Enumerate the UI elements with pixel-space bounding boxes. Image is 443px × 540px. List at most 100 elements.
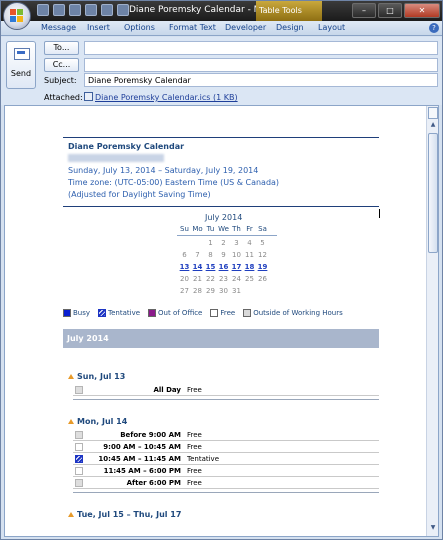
message-body[interactable]: Diane Poremsky Calendar Sunday, July 13,… (4, 105, 439, 537)
mini-month-day[interactable]: 3 (230, 239, 243, 247)
mini-month-day[interactable]: 8 (204, 251, 217, 259)
tab-options[interactable]: Options (124, 23, 155, 32)
status-box-icon (75, 386, 83, 394)
top-rule (63, 137, 379, 138)
mini-month-day[interactable]: 20 (178, 275, 191, 283)
maximize-button[interactable]: □ (378, 3, 402, 18)
day-header[interactable]: Tue, Jul 15 – Thu, Jul 17 (68, 510, 181, 519)
send-button[interactable]: Send (6, 41, 36, 89)
day-header[interactable]: Mon, Jul 14 (68, 417, 127, 426)
subject-field[interactable]: Diane Poremsky Calendar (84, 73, 438, 87)
day-end-separator (73, 399, 379, 400)
time-range: 10:45 AM – 11:45 AM (98, 455, 181, 463)
mini-month-day[interactable]: 17 (230, 263, 243, 271)
message-window: Diane Poremsky Calendar - Message (... T… (0, 0, 443, 540)
office-logo-icon (10, 9, 25, 24)
quick-access-toolbar (37, 4, 129, 16)
close-button[interactable]: ✕ (404, 3, 440, 18)
previous-icon[interactable] (85, 4, 97, 16)
mini-month-day[interactable]: 19 (256, 263, 269, 271)
weekday-label: Su (180, 225, 189, 233)
mini-month-day[interactable]: 6 (178, 251, 191, 259)
mini-month-day[interactable]: 29 (204, 287, 217, 295)
mini-month-day[interactable]: 10 (230, 251, 243, 259)
mini-month-day (178, 239, 191, 247)
tab-developer[interactable]: Developer (225, 23, 266, 32)
mini-month-day[interactable]: 16 (217, 263, 230, 271)
tab-layout[interactable]: Layout (318, 23, 345, 32)
split-handle[interactable] (428, 107, 438, 119)
customize-qat-icon[interactable] (117, 4, 129, 16)
tab-format-text[interactable]: Format Text (169, 23, 216, 32)
mini-month-day[interactable]: 12 (256, 251, 269, 259)
to-field[interactable] (84, 41, 438, 55)
mid-rule (63, 206, 379, 207)
tab-insert[interactable]: Insert (87, 23, 110, 32)
mini-month-day[interactable]: 2 (217, 239, 230, 247)
mini-month-week: 20 21 22 23 24 25 26 (178, 275, 269, 283)
mini-month-day[interactable]: 11 (243, 251, 256, 259)
day-header[interactable]: Sun, Jul 13 (68, 372, 125, 381)
mini-month-day[interactable]: 13 (178, 263, 191, 271)
redo-icon[interactable] (69, 4, 81, 16)
mini-month-day[interactable]: 25 (243, 275, 256, 283)
message-header: Send To... Cc... Subject: Diane Poremsky… (1, 37, 442, 105)
mini-month-day[interactable]: 31 (230, 287, 243, 295)
scroll-down-icon[interactable]: ▼ (428, 524, 438, 534)
title-bar: Diane Poremsky Calendar - Message (... T… (1, 1, 442, 21)
calendar-file-icon (84, 92, 93, 101)
mini-month-day[interactable]: 18 (243, 263, 256, 271)
undo-icon[interactable] (53, 4, 65, 16)
mini-month-day[interactable]: 26 (256, 275, 269, 283)
collapse-triangle-icon[interactable] (68, 512, 74, 517)
status-box-icon (75, 479, 83, 487)
collapse-triangle-icon[interactable] (68, 374, 74, 379)
weekday-label: Th (232, 225, 241, 233)
mini-month-day[interactable]: 5 (256, 239, 269, 247)
availability-status: Free (187, 467, 202, 475)
collapse-triangle-icon[interactable] (68, 419, 74, 424)
availability-status: Free (187, 443, 202, 451)
mini-month-day[interactable]: 15 (204, 263, 217, 271)
mini-month-day[interactable]: 23 (217, 275, 230, 283)
mini-month-day[interactable]: 24 (230, 275, 243, 283)
weekday-separator (177, 235, 277, 236)
tab-message[interactable]: Message (41, 23, 76, 32)
time-range: 11:45 AM – 6:00 PM (103, 467, 181, 475)
scroll-up-icon[interactable]: ▲ (428, 121, 438, 131)
weekday-label: Mo (192, 225, 203, 233)
mini-month-day[interactable]: 27 (178, 287, 191, 295)
mini-month-day[interactable]: 1 (204, 239, 217, 247)
availability-status: Free (187, 431, 202, 439)
mini-month-week: 6 7 8 9 10 11 12 (178, 251, 269, 259)
minimize-button[interactable]: – (352, 3, 376, 18)
time-range: 9:00 AM – 10:45 AM (103, 443, 181, 451)
mini-month-week: 12345 (178, 239, 269, 247)
legend-swatch-icon (243, 309, 252, 317)
mini-month-day[interactable]: 7 (191, 251, 204, 259)
next-icon[interactable] (101, 4, 113, 16)
office-button[interactable] (3, 2, 31, 30)
save-icon[interactable] (37, 4, 49, 16)
table-tools-context-tab: Table Tools (256, 1, 322, 21)
mini-month-day[interactable]: 22 (204, 275, 217, 283)
mini-month-day[interactable]: 21 (191, 275, 204, 283)
mini-month-day[interactable]: 9 (217, 251, 230, 259)
availability-status: Free (187, 479, 202, 487)
cc-button[interactable]: Cc... (44, 58, 79, 72)
tab-design[interactable]: Design (276, 23, 304, 32)
vertical-scrollbar[interactable]: ▲ ▼ (426, 106, 438, 536)
attachment-link[interactable]: Diane Poremsky Calendar.ics (1 KB) (84, 92, 238, 102)
text-cursor (379, 209, 380, 218)
mini-month-day[interactable]: 30 (217, 287, 230, 295)
status-box-icon (75, 431, 83, 439)
cc-field[interactable] (84, 58, 438, 72)
mini-month-day[interactable]: 28 (191, 287, 204, 295)
help-icon[interactable]: ? (429, 23, 439, 33)
mini-month-day[interactable]: 14 (191, 263, 204, 271)
mini-month-day[interactable]: 4 (243, 239, 256, 247)
legend-swatch-icon (148, 309, 157, 317)
to-button[interactable]: To... (44, 41, 79, 55)
subject-label: Subject: (44, 76, 77, 85)
scroll-thumb[interactable] (428, 133, 438, 253)
